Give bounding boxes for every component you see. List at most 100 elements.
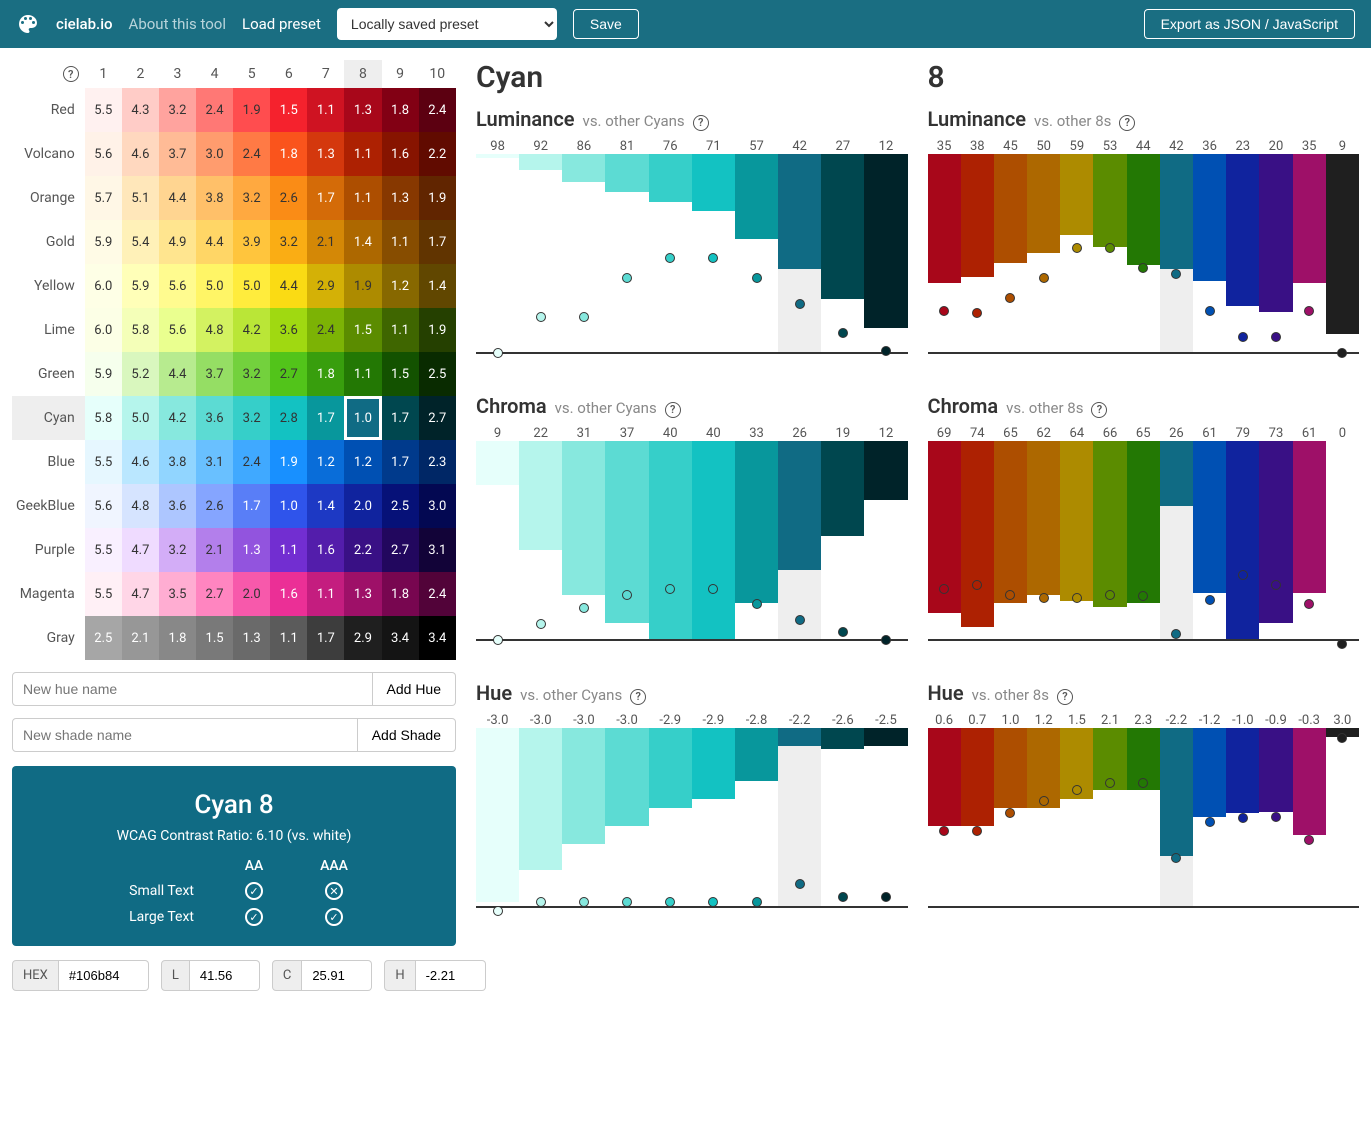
row-label[interactable]: Blue — [12, 440, 85, 484]
chart-bar[interactable] — [1160, 441, 1193, 639]
chart-bar[interactable] — [1293, 154, 1326, 352]
grid-cell[interactable]: 5.8 — [85, 396, 122, 440]
grid-cell[interactable]: 2.0 — [344, 484, 381, 528]
new-shade-input[interactable] — [12, 718, 358, 752]
row-label[interactable]: GeekBlue — [12, 484, 85, 528]
grid-cell[interactable]: 5.9 — [85, 220, 122, 264]
row-label[interactable]: Volcano — [12, 132, 85, 176]
chart-bar[interactable] — [649, 441, 692, 639]
grid-cell[interactable]: 1.1 — [270, 616, 307, 660]
grid-cell[interactable]: 3.2 — [159, 528, 196, 572]
grid-cell[interactable]: 1.3 — [233, 528, 270, 572]
grid-cell[interactable]: 4.4 — [270, 264, 307, 308]
grid-cell[interactable]: 3.7 — [159, 132, 196, 176]
grid-cell[interactable]: 2.7 — [196, 572, 233, 616]
chart-bar[interactable] — [821, 441, 864, 639]
grid-cell[interactable]: 4.6 — [122, 440, 159, 484]
chart-bar[interactable] — [605, 441, 648, 639]
grid-cell[interactable]: 2.4 — [233, 132, 270, 176]
chart-bar[interactable] — [928, 154, 961, 352]
chart-bar[interactable] — [994, 728, 1027, 906]
chart-bar[interactable] — [778, 441, 821, 639]
row-label[interactable]: Cyan — [12, 396, 85, 440]
grid-cell[interactable]: 3.0 — [196, 132, 233, 176]
grid-cell[interactable]: 1.8 — [270, 132, 307, 176]
grid-cell[interactable]: 2.7 — [270, 352, 307, 396]
grid-cell[interactable]: 1.8 — [382, 88, 419, 132]
chart-bar[interactable] — [735, 441, 778, 639]
grid-cell[interactable]: 1.7 — [382, 396, 419, 440]
chart-bar[interactable] — [605, 728, 648, 906]
grid-cell[interactable]: 1.7 — [382, 440, 419, 484]
chart-bar[interactable] — [1160, 154, 1193, 352]
row-label[interactable]: Purple — [12, 528, 85, 572]
grid-cell[interactable]: 3.9 — [233, 220, 270, 264]
grid-cell[interactable]: 1.8 — [382, 572, 419, 616]
add-shade-button[interactable]: Add Shade — [358, 718, 456, 752]
grid-cell[interactable]: 1.3 — [233, 616, 270, 660]
grid-cell[interactable]: 4.9 — [159, 220, 196, 264]
row-label[interactable]: Gold — [12, 220, 85, 264]
chart-bar[interactable] — [605, 154, 648, 352]
help-icon[interactable]: ? — [1057, 689, 1073, 705]
chart-bar[interactable] — [692, 154, 735, 352]
grid-cell[interactable]: 1.9 — [344, 264, 381, 308]
grid-cell[interactable]: 5.5 — [85, 88, 122, 132]
chart-bar[interactable] — [778, 154, 821, 352]
l-input[interactable] — [190, 960, 260, 991]
chart-bar[interactable] — [476, 728, 519, 906]
chart-bar[interactable] — [1226, 728, 1259, 906]
grid-cell[interactable]: 2.8 — [270, 396, 307, 440]
grid-cell[interactable]: 1.1 — [270, 528, 307, 572]
grid-cell[interactable]: 5.0 — [122, 396, 159, 440]
chart-bar[interactable] — [821, 728, 864, 906]
grid-cell[interactable]: 4.4 — [159, 176, 196, 220]
grid-cell[interactable]: 1.1 — [307, 88, 344, 132]
grid-cell[interactable]: 4.3 — [122, 88, 159, 132]
h-input[interactable] — [416, 960, 486, 991]
grid-cell[interactable]: 3.1 — [196, 440, 233, 484]
chart-bar[interactable] — [735, 154, 778, 352]
row-label[interactable]: Gray — [12, 616, 85, 660]
grid-cell[interactable]: 2.4 — [419, 572, 456, 616]
grid-cell[interactable]: 3.5 — [159, 572, 196, 616]
grid-cell[interactable]: 5.6 — [85, 132, 122, 176]
grid-cell[interactable]: 3.4 — [382, 616, 419, 660]
grid-cell[interactable]: 5.5 — [85, 440, 122, 484]
add-hue-button[interactable]: Add Hue — [373, 672, 456, 706]
grid-cell[interactable]: 5.9 — [122, 264, 159, 308]
grid-cell[interactable]: 3.2 — [233, 352, 270, 396]
grid-cell[interactable]: 2.4 — [233, 440, 270, 484]
row-label[interactable]: Red — [12, 88, 85, 132]
chart-bar[interactable] — [961, 728, 994, 906]
grid-cell[interactable]: 1.2 — [382, 264, 419, 308]
grid-cell[interactable]: 3.6 — [159, 484, 196, 528]
grid-cell[interactable]: 2.9 — [307, 264, 344, 308]
grid-cell[interactable]: 1.9 — [270, 440, 307, 484]
grid-cell[interactable]: 1.4 — [307, 484, 344, 528]
grid-cell[interactable]: 1.1 — [382, 308, 419, 352]
grid-cell[interactable]: 2.4 — [196, 88, 233, 132]
chart-bar[interactable] — [1093, 154, 1126, 352]
chart-bar[interactable] — [562, 441, 605, 639]
grid-cell[interactable]: 5.2 — [122, 352, 159, 396]
chart-bar[interactable] — [1293, 728, 1326, 906]
chart-bar[interactable] — [1259, 441, 1292, 639]
chart-bar[interactable] — [1060, 154, 1093, 352]
grid-cell[interactable]: 1.5 — [344, 308, 381, 352]
chart-bar[interactable] — [821, 154, 864, 352]
chart-bar[interactable] — [1127, 728, 1160, 906]
chart-bar[interactable] — [961, 441, 994, 639]
chart-bar[interactable] — [1060, 441, 1093, 639]
grid-cell[interactable]: 1.3 — [382, 176, 419, 220]
chart-bar[interactable] — [519, 441, 562, 639]
grid-cell[interactable]: 1.9 — [419, 308, 456, 352]
chart-bar[interactable] — [1027, 441, 1060, 639]
grid-cell[interactable]: 2.4 — [419, 88, 456, 132]
grid-cell[interactable]: 2.6 — [270, 176, 307, 220]
chart-bar[interactable] — [994, 154, 1027, 352]
save-button[interactable]: Save — [573, 9, 639, 39]
col-header[interactable]: 8 — [344, 60, 381, 88]
chart-bar[interactable] — [864, 441, 907, 639]
chart-bar[interactable] — [1027, 154, 1060, 352]
